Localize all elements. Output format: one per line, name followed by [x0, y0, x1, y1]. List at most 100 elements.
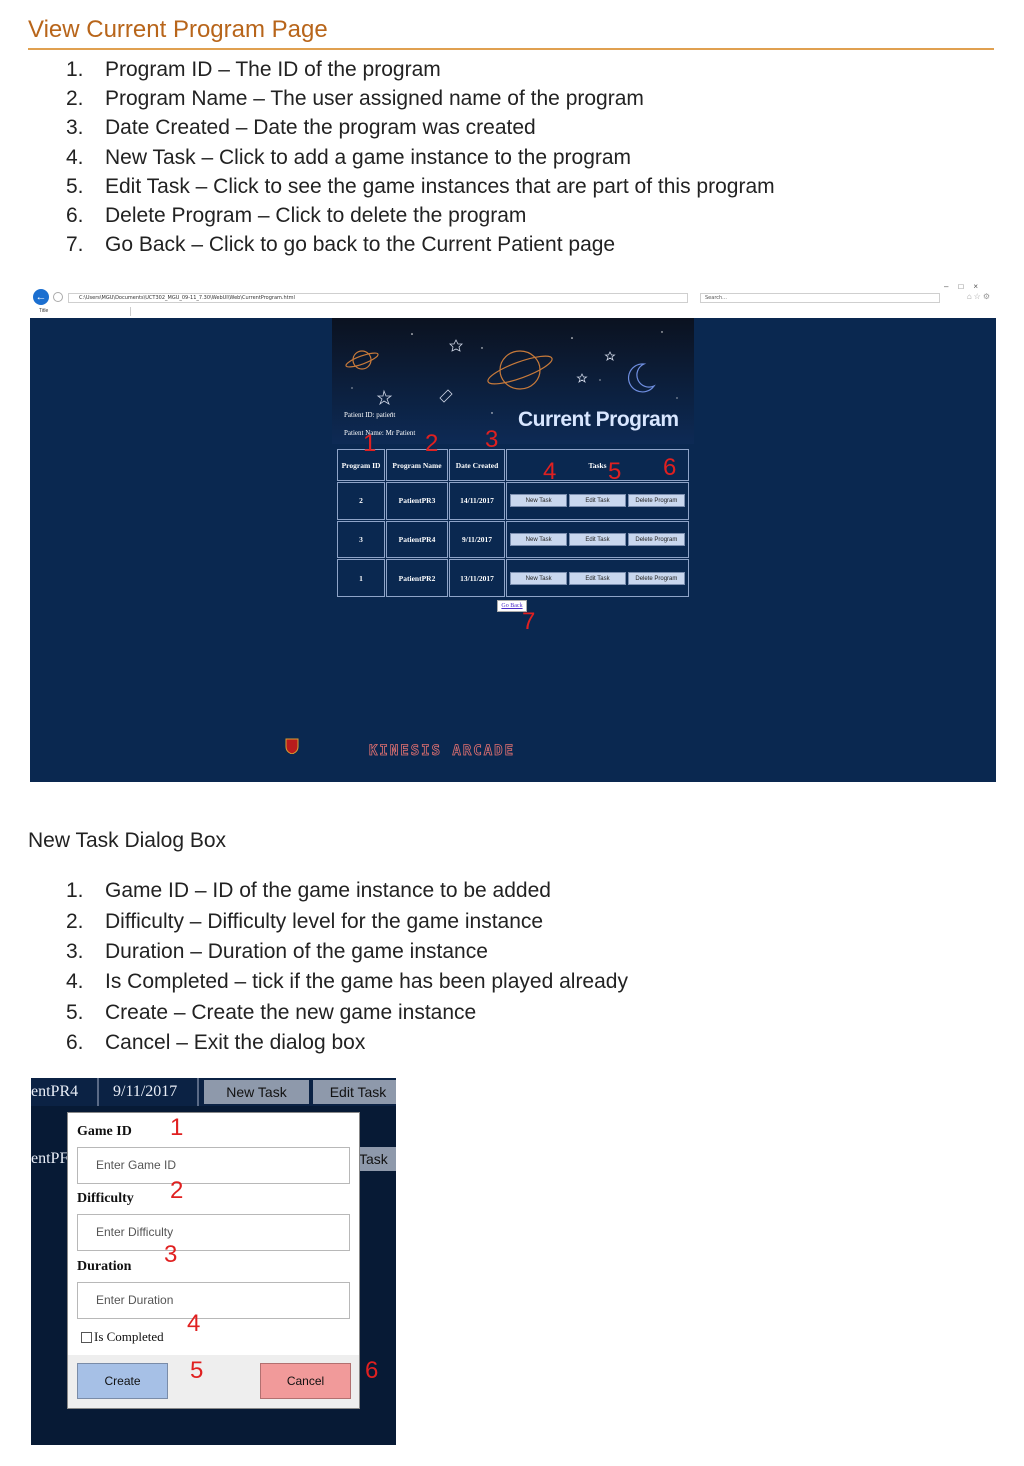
background-date-cell: 9/11/2017	[103, 1078, 199, 1106]
forward-arrow-icon[interactable]	[53, 292, 63, 302]
is-completed-checkbox[interactable]: Is Completed	[81, 1329, 164, 1345]
kinesis-arcade-logo: KINESIS ARCADE	[369, 743, 516, 760]
new-task-dialog-screenshot: entPR4 9/11/2017 New Task Edit Task entP…	[31, 1078, 396, 1445]
section-subtitle: New Task Dialog Box	[28, 829, 227, 852]
dialog-footer: Create Cancel	[68, 1355, 359, 1408]
program-name-cell: PatientPR2	[386, 559, 448, 597]
legend-number: 3.	[66, 116, 84, 140]
legend-number: 3.	[66, 939, 84, 963]
page-viewport: Current Program Patient ID: patient Pati…	[30, 318, 996, 782]
page-title: View Current Program Page	[28, 16, 328, 43]
legend-text: Game ID – ID of the game instance to be …	[105, 879, 551, 903]
title-underline	[28, 48, 994, 50]
create-button[interactable]: Create	[77, 1363, 168, 1399]
col-program-name: Program Name	[386, 449, 448, 481]
delete-program-button[interactable]: Delete Program	[627, 532, 685, 546]
annotation-marker: 3	[485, 426, 499, 453]
col-tasks: Tasks	[506, 449, 689, 481]
checkbox-icon[interactable]	[81, 1331, 92, 1343]
annotation-marker: 6	[365, 1357, 379, 1384]
legend-number: 5.	[66, 1000, 84, 1024]
annotation-marker: 4	[543, 458, 557, 485]
legend-item: 2. Difficulty – Difficulty level for the …	[66, 906, 628, 936]
duration-input[interactable]: Enter Duration	[77, 1282, 350, 1319]
browser-tab[interactable]: Title	[33, 307, 131, 316]
background-name-cell: entPR4	[31, 1078, 99, 1106]
legend-text: Go Back – Click to go back to the Curren…	[105, 233, 616, 257]
legend-number: 7.	[66, 233, 84, 257]
program-name-cell: PatientPR3	[386, 482, 448, 520]
tasks-cell: New Task Edit Task Delete Program	[506, 482, 689, 520]
background-new-task-button[interactable]: New Task	[204, 1080, 309, 1104]
table-row: 3 PatientPR4 9/11/2017 New Task Edit Tas…	[337, 520, 689, 559]
legend-number: 4.	[66, 970, 84, 994]
annotation-marker: 5	[608, 458, 622, 485]
legend-item: 3. Duration – Duration of the game instan…	[66, 937, 628, 967]
date-created-cell: 9/11/2017	[449, 520, 505, 559]
difficulty-label: Difficulty	[77, 1191, 134, 1206]
legend-item: 3. Date Created – Date the program was cr…	[66, 114, 775, 143]
col-date-created: Date Created	[449, 449, 505, 481]
address-bar[interactable]: C:\Users\MGU\Documents\UCT302_MGU_09-11_…	[68, 293, 688, 303]
dialog-legend: 1. Game ID – ID of the game instance to b…	[66, 876, 628, 1058]
window-controls-icon[interactable]: –□×	[944, 282, 988, 291]
cancel-button[interactable]: Cancel	[260, 1363, 351, 1399]
patient-id: Patient ID: patient	[344, 411, 396, 419]
legend-number: 1.	[66, 879, 84, 903]
legend-text: Date Created – Date the program was crea…	[105, 116, 536, 140]
back-arrow-icon[interactable]: ←	[33, 289, 49, 305]
new-task-button[interactable]: New Task	[510, 532, 568, 546]
legend-item: 4. Is Completed – tick if the game has be…	[66, 967, 628, 997]
new-task-button[interactable]: New Task	[510, 571, 568, 585]
annotation-marker: 3	[164, 1241, 178, 1268]
edit-task-button[interactable]: Edit Task	[569, 532, 626, 546]
annotation-marker: 1	[170, 1114, 184, 1141]
legend-text: Difficulty – Difficulty level for the ga…	[105, 909, 544, 933]
table-row: 1 PatientPR2 13/11/2017 New Task Edit Ta…	[337, 559, 689, 597]
game-id-input[interactable]: Enter Game ID	[77, 1147, 350, 1184]
date-created-cell: 14/11/2017	[449, 482, 505, 520]
difficulty-input[interactable]: Enter Difficulty	[77, 1214, 350, 1251]
col-program-id: Program ID	[337, 449, 385, 481]
annotation-marker: 2	[170, 1177, 184, 1204]
legend-number: 1.	[66, 57, 84, 81]
table-header-row: Program ID Program Name Date Created Tas…	[337, 449, 689, 481]
annotation-marker: 1	[363, 430, 377, 457]
annotation-marker: 6	[663, 454, 677, 481]
legend-number: 6.	[66, 204, 84, 228]
legend-text: Program ID – The ID of the program	[105, 57, 441, 81]
university-logo-icon	[285, 738, 299, 754]
edit-task-button[interactable]: Edit Task	[569, 494, 626, 508]
legend-text: Delete Program – Click to delete the pro…	[105, 204, 527, 228]
legend-text: Edit Task – Click to see the game instan…	[105, 174, 775, 198]
legend-number: 4.	[66, 145, 84, 169]
browser-toolbar: ← C:\Users\MGU\Documents\UCT302_MGU_09-1…	[30, 282, 996, 318]
background-edit-task-button[interactable]: Edit Task	[313, 1080, 396, 1104]
legend-number: 5.	[66, 174, 84, 198]
current-program-screenshot: ← C:\Users\MGU\Documents\UCT302_MGU_09-1…	[30, 282, 996, 782]
delete-program-button[interactable]: Delete Program	[627, 571, 685, 585]
legend-item: 5. Edit Task – Click to see the game inst…	[66, 172, 775, 201]
background-task-button[interactable]: Task	[359, 1147, 396, 1171]
legend-text: Create – Create the new game instance	[105, 1000, 477, 1024]
browser-search-input[interactable]: Search...	[700, 293, 940, 303]
tasks-cell: New Task Edit Task Delete Program	[506, 559, 689, 597]
game-id-label: Game ID	[77, 1124, 132, 1139]
legend-item: 6. Cancel – Exit the dialog box	[66, 1028, 628, 1058]
delete-program-button[interactable]: Delete Program	[627, 494, 685, 508]
annotation-marker: 7	[522, 608, 536, 635]
program-id-cell: 1	[337, 559, 385, 597]
edit-task-button[interactable]: Edit Task	[569, 571, 626, 585]
table-row: 2 PatientPR3 14/11/2017 New Task Edit Ta…	[337, 482, 689, 520]
legend-number: 2.	[66, 909, 84, 933]
duration-label: Duration	[77, 1259, 132, 1274]
annotation-marker: 2	[425, 430, 439, 457]
new-task-button[interactable]: New Task	[510, 494, 568, 508]
browser-toolbar-icons[interactable]: ⌂☆⚙	[967, 292, 992, 301]
legend-text: Is Completed – tick if the game has been…	[105, 970, 628, 994]
legend-text: Cancel – Exit the dialog box	[105, 1031, 366, 1055]
program-name-cell: PatientPR4	[386, 520, 448, 559]
legend-item: 6. Delete Program – Click to delete the p…	[66, 201, 775, 230]
is-completed-label: Is Completed	[94, 1329, 164, 1344]
program-table: Program ID Program Name Date Created Tas…	[336, 448, 690, 598]
